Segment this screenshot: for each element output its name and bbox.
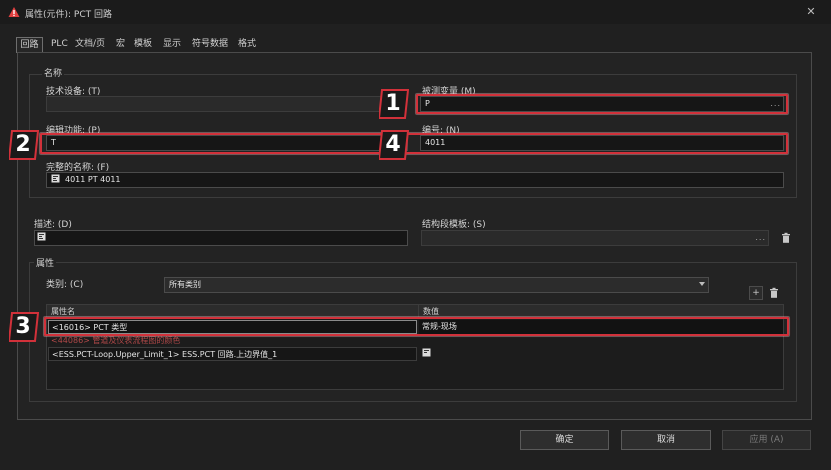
full-name-input[interactable]: 4011 PT 4011	[46, 172, 784, 188]
category-value: 所有类别	[169, 280, 201, 289]
callout-badge-2: 2	[9, 130, 39, 160]
badge-number: 4	[385, 132, 401, 157]
name-group-label: 名称	[42, 66, 65, 79]
description-input[interactable]	[34, 230, 408, 246]
structure-template-input[interactable]: ...	[421, 230, 769, 246]
chevron-down-icon	[699, 282, 705, 286]
multilang-icon	[422, 348, 431, 357]
multilang-icon	[51, 174, 60, 183]
table-row[interactable]: <44086> 管道及仪表流程图的颜色	[48, 334, 417, 348]
callout-highlight-1	[416, 94, 788, 114]
table-row-value[interactable]	[419, 347, 439, 361]
tab-macro[interactable]: 宏	[116, 37, 125, 53]
tab-display[interactable]: 显示	[163, 37, 181, 53]
category-label: 类别: (C)	[46, 280, 84, 290]
tab-plc[interactable]: PLC	[51, 37, 68, 53]
title-bar: 属性(元件): PCT 回路 ✕	[0, 0, 831, 24]
description-label: 描述: (D)	[34, 220, 72, 230]
close-button[interactable]: ✕	[803, 5, 819, 19]
cancel-button[interactable]: 取消	[621, 430, 711, 450]
properties-group-label: 属性	[34, 256, 57, 269]
add-property-button[interactable]: +	[749, 286, 763, 300]
badge-number: 2	[15, 132, 31, 157]
badge-number: 1	[385, 91, 401, 116]
structure-template-label: 结构段模板: (S)	[422, 220, 486, 230]
category-select[interactable]: 所有类别	[164, 277, 709, 293]
structure-template-browse-button[interactable]: ...	[755, 231, 766, 245]
warning-triangle-icon	[8, 7, 20, 17]
callout-highlight-3	[44, 317, 789, 336]
callout-badge-1: 1	[379, 89, 409, 119]
callout-badge-4: 4	[379, 130, 409, 160]
multilang-icon	[37, 232, 46, 241]
tab-document-page[interactable]: 文档/页	[75, 37, 105, 53]
badge-number: 3	[15, 314, 31, 339]
tab-template[interactable]: 模板	[134, 37, 152, 53]
callout-badge-3: 3	[9, 312, 39, 342]
tab-symbol-data[interactable]: 符号数据	[192, 37, 228, 53]
window-title: 属性(元件): PCT 回路	[25, 10, 112, 20]
trash-icon[interactable]	[767, 286, 781, 300]
table-row-value[interactable]	[419, 334, 783, 348]
callout-highlight-2-4	[40, 133, 788, 154]
table-row[interactable]: <ESS.PCT-Loop.Upper_Limit_1> ESS.PCT 回路.…	[48, 347, 417, 361]
ok-button[interactable]: 确定	[520, 430, 609, 450]
tech-device-input[interactable]	[46, 96, 398, 112]
full-name-value: 4011 PT 4011	[65, 175, 121, 184]
tab-loop[interactable]: 回路	[16, 37, 43, 53]
apply-button[interactable]: 应用 (A)	[722, 430, 811, 450]
trash-icon[interactable]	[779, 231, 793, 245]
tab-format[interactable]: 格式	[238, 37, 256, 53]
